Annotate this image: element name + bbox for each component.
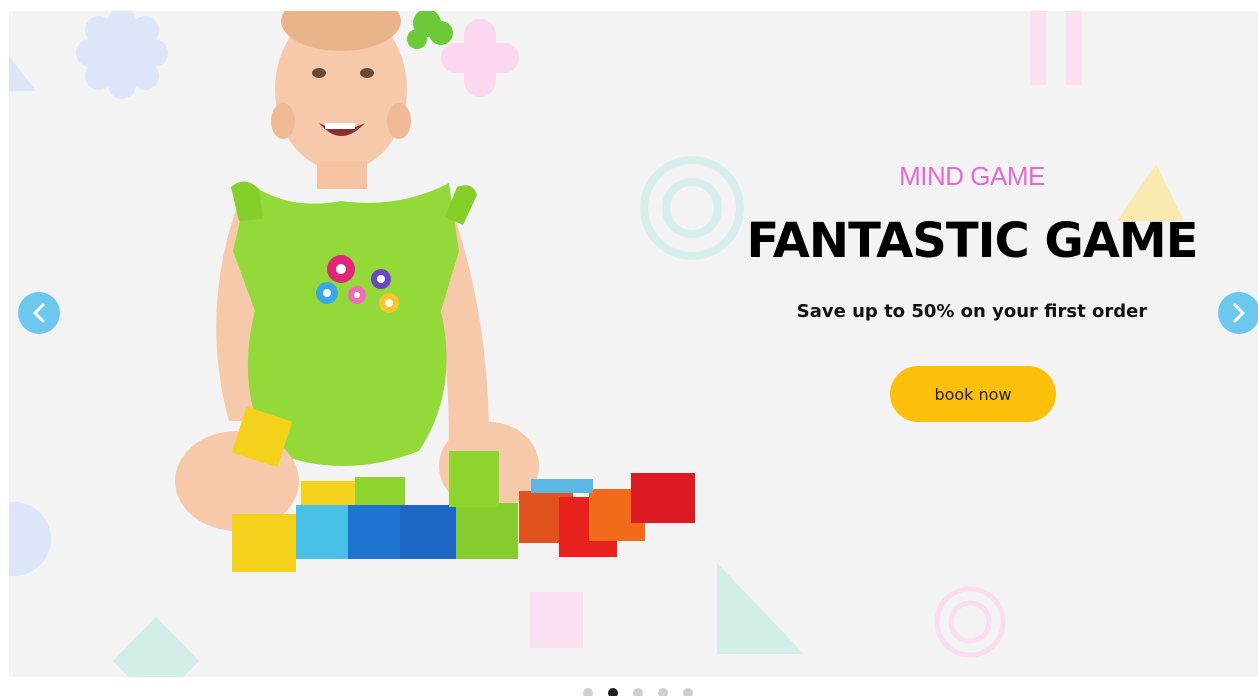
slide-dot-1[interactable] <box>583 688 593 696</box>
hero-slider: MIND GAME FANTASTIC GAME Save up to 50% … <box>9 11 1258 677</box>
chevron-left-icon <box>33 303 45 323</box>
prev-slide-button[interactable] <box>18 292 60 334</box>
next-slide-button[interactable] <box>1218 292 1258 334</box>
slide-dot-4[interactable] <box>658 688 668 696</box>
chevron-right-icon <box>1233 303 1245 323</box>
slide-dot-3[interactable] <box>633 688 643 696</box>
slider-pagination <box>583 688 693 696</box>
slide-subtitle: MIND GAME <box>899 161 1045 191</box>
slide-dot-2[interactable] <box>608 688 618 696</box>
slide-title: FANTASTIC GAME <box>746 213 1199 269</box>
slide-dot-5[interactable] <box>683 688 693 696</box>
book-now-button[interactable]: book now <box>890 366 1056 422</box>
slide-tagline: Save up to 50% on your first order <box>796 301 1148 322</box>
hero-image-baby-with-blocks <box>175 11 695 572</box>
